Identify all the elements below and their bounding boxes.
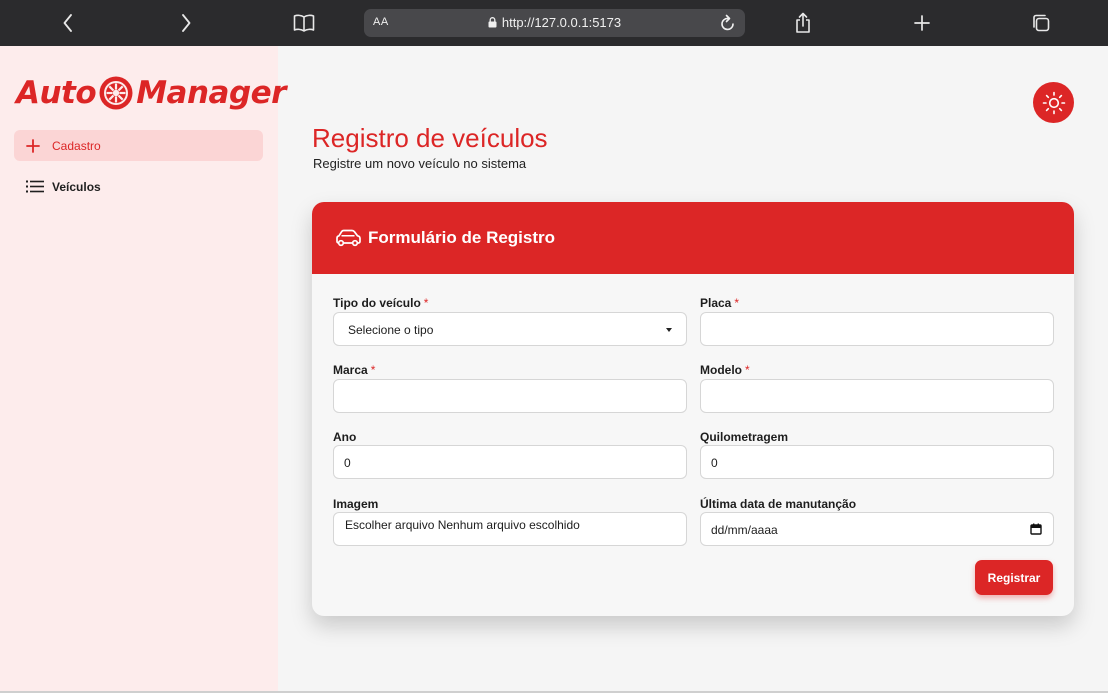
sun-icon	[1042, 91, 1065, 114]
sidebar-item-cadastro[interactable]: Cadastro	[14, 130, 263, 161]
placa-label: Placa *	[700, 296, 739, 310]
quilometragem-label: Quilometragem	[700, 430, 789, 444]
required-mark: *	[745, 363, 750, 377]
maintenance-date-input[interactable]: dd/mm/aaaa	[700, 512, 1054, 546]
wheel-icon	[99, 76, 133, 110]
sidebar: Auto Manager Cadastro Veículos	[0, 46, 286, 693]
theme-toggle-button[interactable]	[1033, 82, 1074, 123]
vehicle-type-select[interactable]: Selecione o tipo	[333, 312, 687, 346]
tabs-icon[interactable]	[1030, 0, 1052, 46]
chevron-down-icon	[666, 328, 672, 332]
marca-label: Marca *	[333, 363, 375, 377]
reload-icon[interactable]	[719, 13, 737, 33]
car-icon	[336, 229, 361, 247]
logo-text-left: Auto	[16, 75, 97, 111]
list-icon	[26, 180, 46, 193]
page-title: Registro de veículos	[312, 123, 548, 153]
plus-icon	[26, 138, 46, 153]
modelo-label: Modelo *	[700, 363, 750, 377]
share-icon[interactable]	[793, 0, 813, 46]
new-tab-icon[interactable]	[912, 0, 932, 46]
required-mark: *	[370, 363, 376, 377]
forward-icon[interactable]	[176, 0, 196, 46]
mileage-value: 0	[711, 456, 718, 470]
logo[interactable]: Auto Manager	[16, 70, 286, 116]
image-file-input[interactable]: Escolher arquivo Nenhum arquivo escolhid…	[333, 512, 687, 546]
year-input[interactable]: 0	[333, 445, 687, 479]
file-input-text: Escolher arquivo Nenhum arquivo escolhid…	[345, 518, 580, 532]
ano-label: Ano	[333, 430, 357, 444]
marca-label-text: Marca	[333, 363, 368, 377]
registration-form-card: Formulário de Registro Tipo do veículo * …	[312, 202, 1074, 616]
placa-label-text: Placa	[700, 296, 732, 310]
browser-toolbar: AA http://127.0.0.1:5173	[0, 0, 1108, 46]
sidebar-item-label: Veículos	[52, 179, 101, 194]
required-mark: *	[423, 296, 429, 310]
vehicle-type-value: Selecione o tipo	[348, 323, 434, 337]
imagem-label: Imagem	[333, 497, 379, 511]
tipo-label: Tipo do veículo *	[333, 296, 428, 310]
url-text: http://127.0.0.1:5173	[501, 15, 622, 30]
modelo-label-text: Modelo	[700, 363, 742, 377]
plate-input[interactable]	[700, 312, 1054, 346]
address-bar[interactable]: AA http://127.0.0.1:5173	[364, 9, 745, 37]
mileage-input[interactable]: 0	[700, 445, 1054, 479]
date-value: dd/mm/aaaa	[711, 523, 778, 537]
manutencao-label: Última data de manutanção	[700, 497, 857, 511]
back-icon[interactable]	[58, 0, 78, 46]
logo-text-right: Manager	[136, 75, 286, 111]
register-button[interactable]: Registrar	[975, 560, 1053, 595]
sidebar-item-label: Cadastro	[52, 138, 101, 153]
model-input[interactable]	[700, 379, 1054, 413]
page-subtitle: Registre um novo veículo no sistema	[313, 156, 527, 171]
bookmarks-icon[interactable]	[292, 0, 316, 46]
tipo-label-text: Tipo do veículo	[333, 296, 421, 310]
brand-input[interactable]	[333, 379, 687, 413]
required-mark: *	[734, 296, 740, 310]
lock-icon	[488, 17, 497, 28]
sidebar-item-veiculos[interactable]: Veículos	[14, 171, 263, 202]
form-title: Formulário de Registro	[368, 228, 556, 247]
form-header: Formulário de Registro	[312, 202, 1074, 274]
calendar-icon[interactable]	[1030, 523, 1042, 535]
year-value: 0	[344, 456, 351, 470]
